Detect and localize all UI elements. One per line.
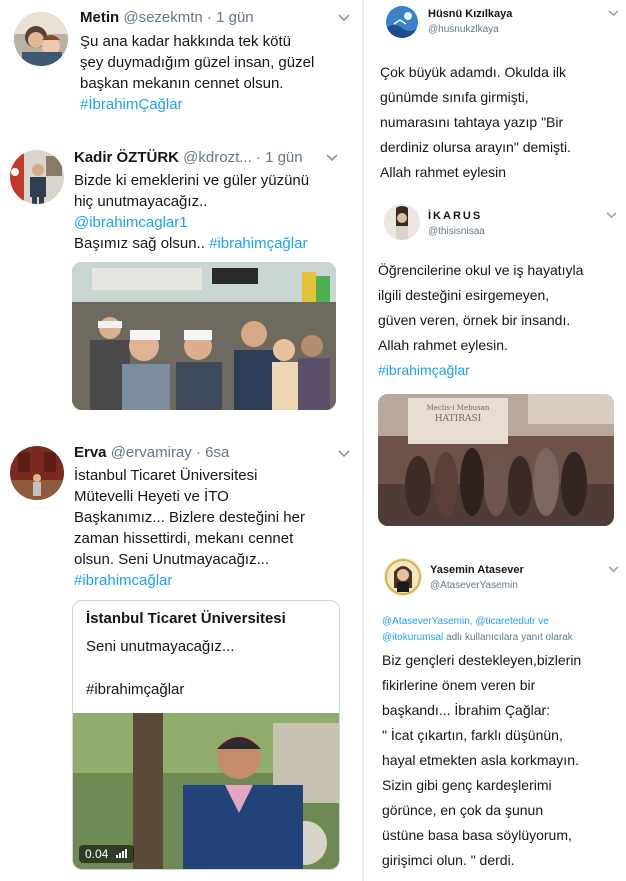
- hashtag-link[interactable]: #ibrahimcağlar: [74, 570, 305, 591]
- chevron-down-icon[interactable]: [608, 566, 619, 576]
- tweet-yasemin[interactable]: Yasemin Atasever @AtaseverYasemin @Atase…: [364, 550, 626, 880]
- chevron-down-icon[interactable]: [606, 212, 617, 222]
- tweet-line: Allah rahmet eylesin.: [378, 337, 508, 353]
- tweet-time[interactable]: · 6sa: [196, 444, 229, 461]
- avatar[interactable]: [10, 446, 64, 500]
- reply-mention-link[interactable]: @itokurumsal: [382, 632, 443, 643]
- author-name[interactable]: Yasemin Atasever: [430, 564, 524, 576]
- tweet-line: Çok büyük adamdı. Okulda ilk: [380, 64, 566, 80]
- author-handle[interactable]: @ervamiray: [111, 444, 192, 461]
- hashtag-link[interactable]: #ibrahimçağlar: [209, 235, 307, 252]
- tweet-text: Çok büyük adamdı. Okulda ilk günümde sın…: [380, 60, 571, 185]
- tweet-kadir[interactable]: Kadir ÖZTÜRK @kdrozt... · 1 gün Bizde ki…: [0, 140, 362, 425]
- tweet-metin[interactable]: Metin @sezekmtn · 1 gün Şu ana kadar hak…: [0, 0, 362, 128]
- tweet-line: olsun. Seni Unutmayacağız...: [74, 551, 270, 568]
- mention-link[interactable]: @ibrahimcaglar1: [74, 212, 309, 233]
- author-handle[interactable]: @husnukzlkaya: [428, 24, 499, 35]
- tweet-text: Öğrencilerine okul ve iş hayatıyla ilgil…: [378, 258, 583, 383]
- reply-mentions[interactable]: @AtaseverYasemin, @ticaretedutr ve: [382, 614, 573, 630]
- card-line: Seni unutmayacağız...: [86, 638, 235, 655]
- tweet-line: numarasını tahtaya yazıp "Bir: [380, 114, 564, 130]
- tweet-line: Allah rahmet eylesin: [380, 164, 507, 180]
- tweet-erva[interactable]: Erva @ervamiray · 6sa İstanbul Ticaret Ü…: [0, 438, 362, 878]
- avatar[interactable]: [384, 558, 422, 596]
- tweet-line: Mütevelli Heyeti ve İTO: [74, 488, 229, 505]
- avatar[interactable]: [386, 6, 418, 38]
- tweet-line: Biz gençleri destekleyen,bizlerin: [382, 652, 582, 668]
- tweet-line: derdiniz olursa arayın" demişti.: [380, 139, 571, 155]
- tweet-line: Başımız sağ olsun..: [74, 235, 210, 252]
- tweet-photo[interactable]: Meclis-i Mebusan HATIRASI: [378, 394, 614, 526]
- author-handle[interactable]: @thisisnisaa: [428, 226, 485, 237]
- tweet-line: başkandı... İbrahim Çağlar:: [382, 702, 551, 718]
- tweet-text: Bizde ki emeklerini ve güler yüzünü hiç …: [74, 170, 309, 254]
- chevron-down-icon[interactable]: [338, 450, 350, 460]
- tweet-line: hayal etmekten asla korkmayın.: [382, 752, 579, 768]
- link-card[interactable]: İstanbul Ticaret Üniversitesi Seni unutm…: [72, 600, 340, 870]
- chevron-down-icon[interactable]: [338, 14, 350, 24]
- right-column: Hüsnü Kızılkaya @husnukzlkaya Çok büyük …: [364, 0, 626, 881]
- tweet-line: İstanbul Ticaret Üniversitesi: [74, 467, 258, 484]
- author-handle[interactable]: @kdrozt...: [183, 149, 252, 166]
- tweet-line: fikirlerine önem veren bir: [382, 677, 536, 693]
- tweet-line: görünce, en çok da şunun: [382, 802, 544, 818]
- reply-text: adlı kullanıcılara yanıt olarak: [443, 632, 573, 643]
- card-title: İstanbul Ticaret Üniversitesi: [86, 610, 286, 627]
- author-handle[interactable]: @sezekmtn: [123, 9, 202, 26]
- video-duration: 0.04: [79, 845, 134, 863]
- tweet-text: Şu ana kadar hakkında tek kötü şey duyma…: [80, 31, 314, 115]
- chevron-down-icon[interactable]: [326, 154, 338, 164]
- photo-sign-line: Meclis-i Mebusan: [426, 404, 490, 412]
- tweet-line: şey duymadığım güzel insan, güzel: [80, 54, 315, 71]
- hashtag-link[interactable]: #ibrahimçağlar: [378, 358, 583, 383]
- tweet-line: Şu ana kadar hakkında tek kötü: [80, 33, 291, 50]
- author-name[interactable]: İKARUS: [428, 210, 482, 222]
- tweet-line: güven veren, örnek bir insandı.: [378, 312, 571, 328]
- tweet-line: " İcat çıkartın, farklı düşünün,: [382, 727, 563, 743]
- tweet-line: Öğrencilerine okul ve iş hayatıyla: [378, 262, 584, 278]
- author-name[interactable]: Hüsnü Kızılkaya: [428, 8, 512, 20]
- photo-sign: Meclis-i Mebusan HATIRASI: [418, 404, 498, 424]
- tweet-time[interactable]: · 1 gün: [256, 149, 303, 166]
- tweet-ikarus[interactable]: İKARUS @thisisnisaa Öğrencilerine okul v…: [364, 196, 626, 536]
- author-name[interactable]: Metin: [80, 9, 119, 26]
- avatar[interactable]: [10, 150, 64, 204]
- tweet-line: ilgili desteğini esirgemeyen,: [378, 287, 550, 303]
- author-handle[interactable]: @AtaseverYasemin: [430, 580, 518, 591]
- left-column: Metin @sezekmtn · 1 gün Şu ana kadar hak…: [0, 0, 362, 881]
- card-hashtag: #ibrahimçağlar: [86, 681, 185, 698]
- tweet-line: üstüne basa basa söylüyorum,: [382, 827, 572, 843]
- tweet-line: başkan mekanın cennet olsun.: [80, 75, 284, 92]
- chevron-down-icon[interactable]: [608, 10, 619, 20]
- photo-sign-line: HATIRASI: [434, 414, 482, 424]
- hashtag-link[interactable]: #İbrahimÇağlar: [80, 94, 314, 115]
- tweet-line: günümde sınıfa girmişti,: [380, 89, 529, 105]
- tweet-line: Başkanımız... Bizlere desteğini her: [74, 509, 305, 526]
- author-name[interactable]: Erva: [74, 444, 107, 461]
- tweet-line: Sizin gibi genç kardeşlerimi: [382, 777, 552, 793]
- tweet-line: hiç unutmayacağız..: [74, 193, 208, 210]
- volume-bars-icon: [115, 847, 128, 861]
- tweet-text: Biz gençleri destekleyen,bizlerin fikirl…: [382, 648, 581, 873]
- reply-context: @AtaseverYasemin, @ticaretedutr ve @itok…: [382, 614, 573, 646]
- avatar[interactable]: [384, 204, 420, 240]
- tweet-photo[interactable]: [72, 262, 336, 410]
- video-time: 0.04: [85, 847, 109, 861]
- tweet-time[interactable]: · 1 gün: [207, 9, 254, 26]
- tweet-line: girişimci olun. " derdi.: [382, 852, 515, 868]
- avatar[interactable]: [14, 12, 68, 66]
- tweet-text: İstanbul Ticaret Üniversitesi Mütevelli …: [74, 465, 305, 591]
- tweet-line: Bizde ki emeklerini ve güler yüzünü: [74, 172, 310, 189]
- tweet-line: zaman hissettirdi, mekanı cennet: [74, 530, 294, 547]
- card-video[interactable]: 0.04: [73, 713, 339, 869]
- author-name[interactable]: Kadir ÖZTÜRK: [74, 149, 179, 166]
- tweet-husnu[interactable]: Hüsnü Kızılkaya @husnukzlkaya Çok büyük …: [364, 0, 626, 190]
